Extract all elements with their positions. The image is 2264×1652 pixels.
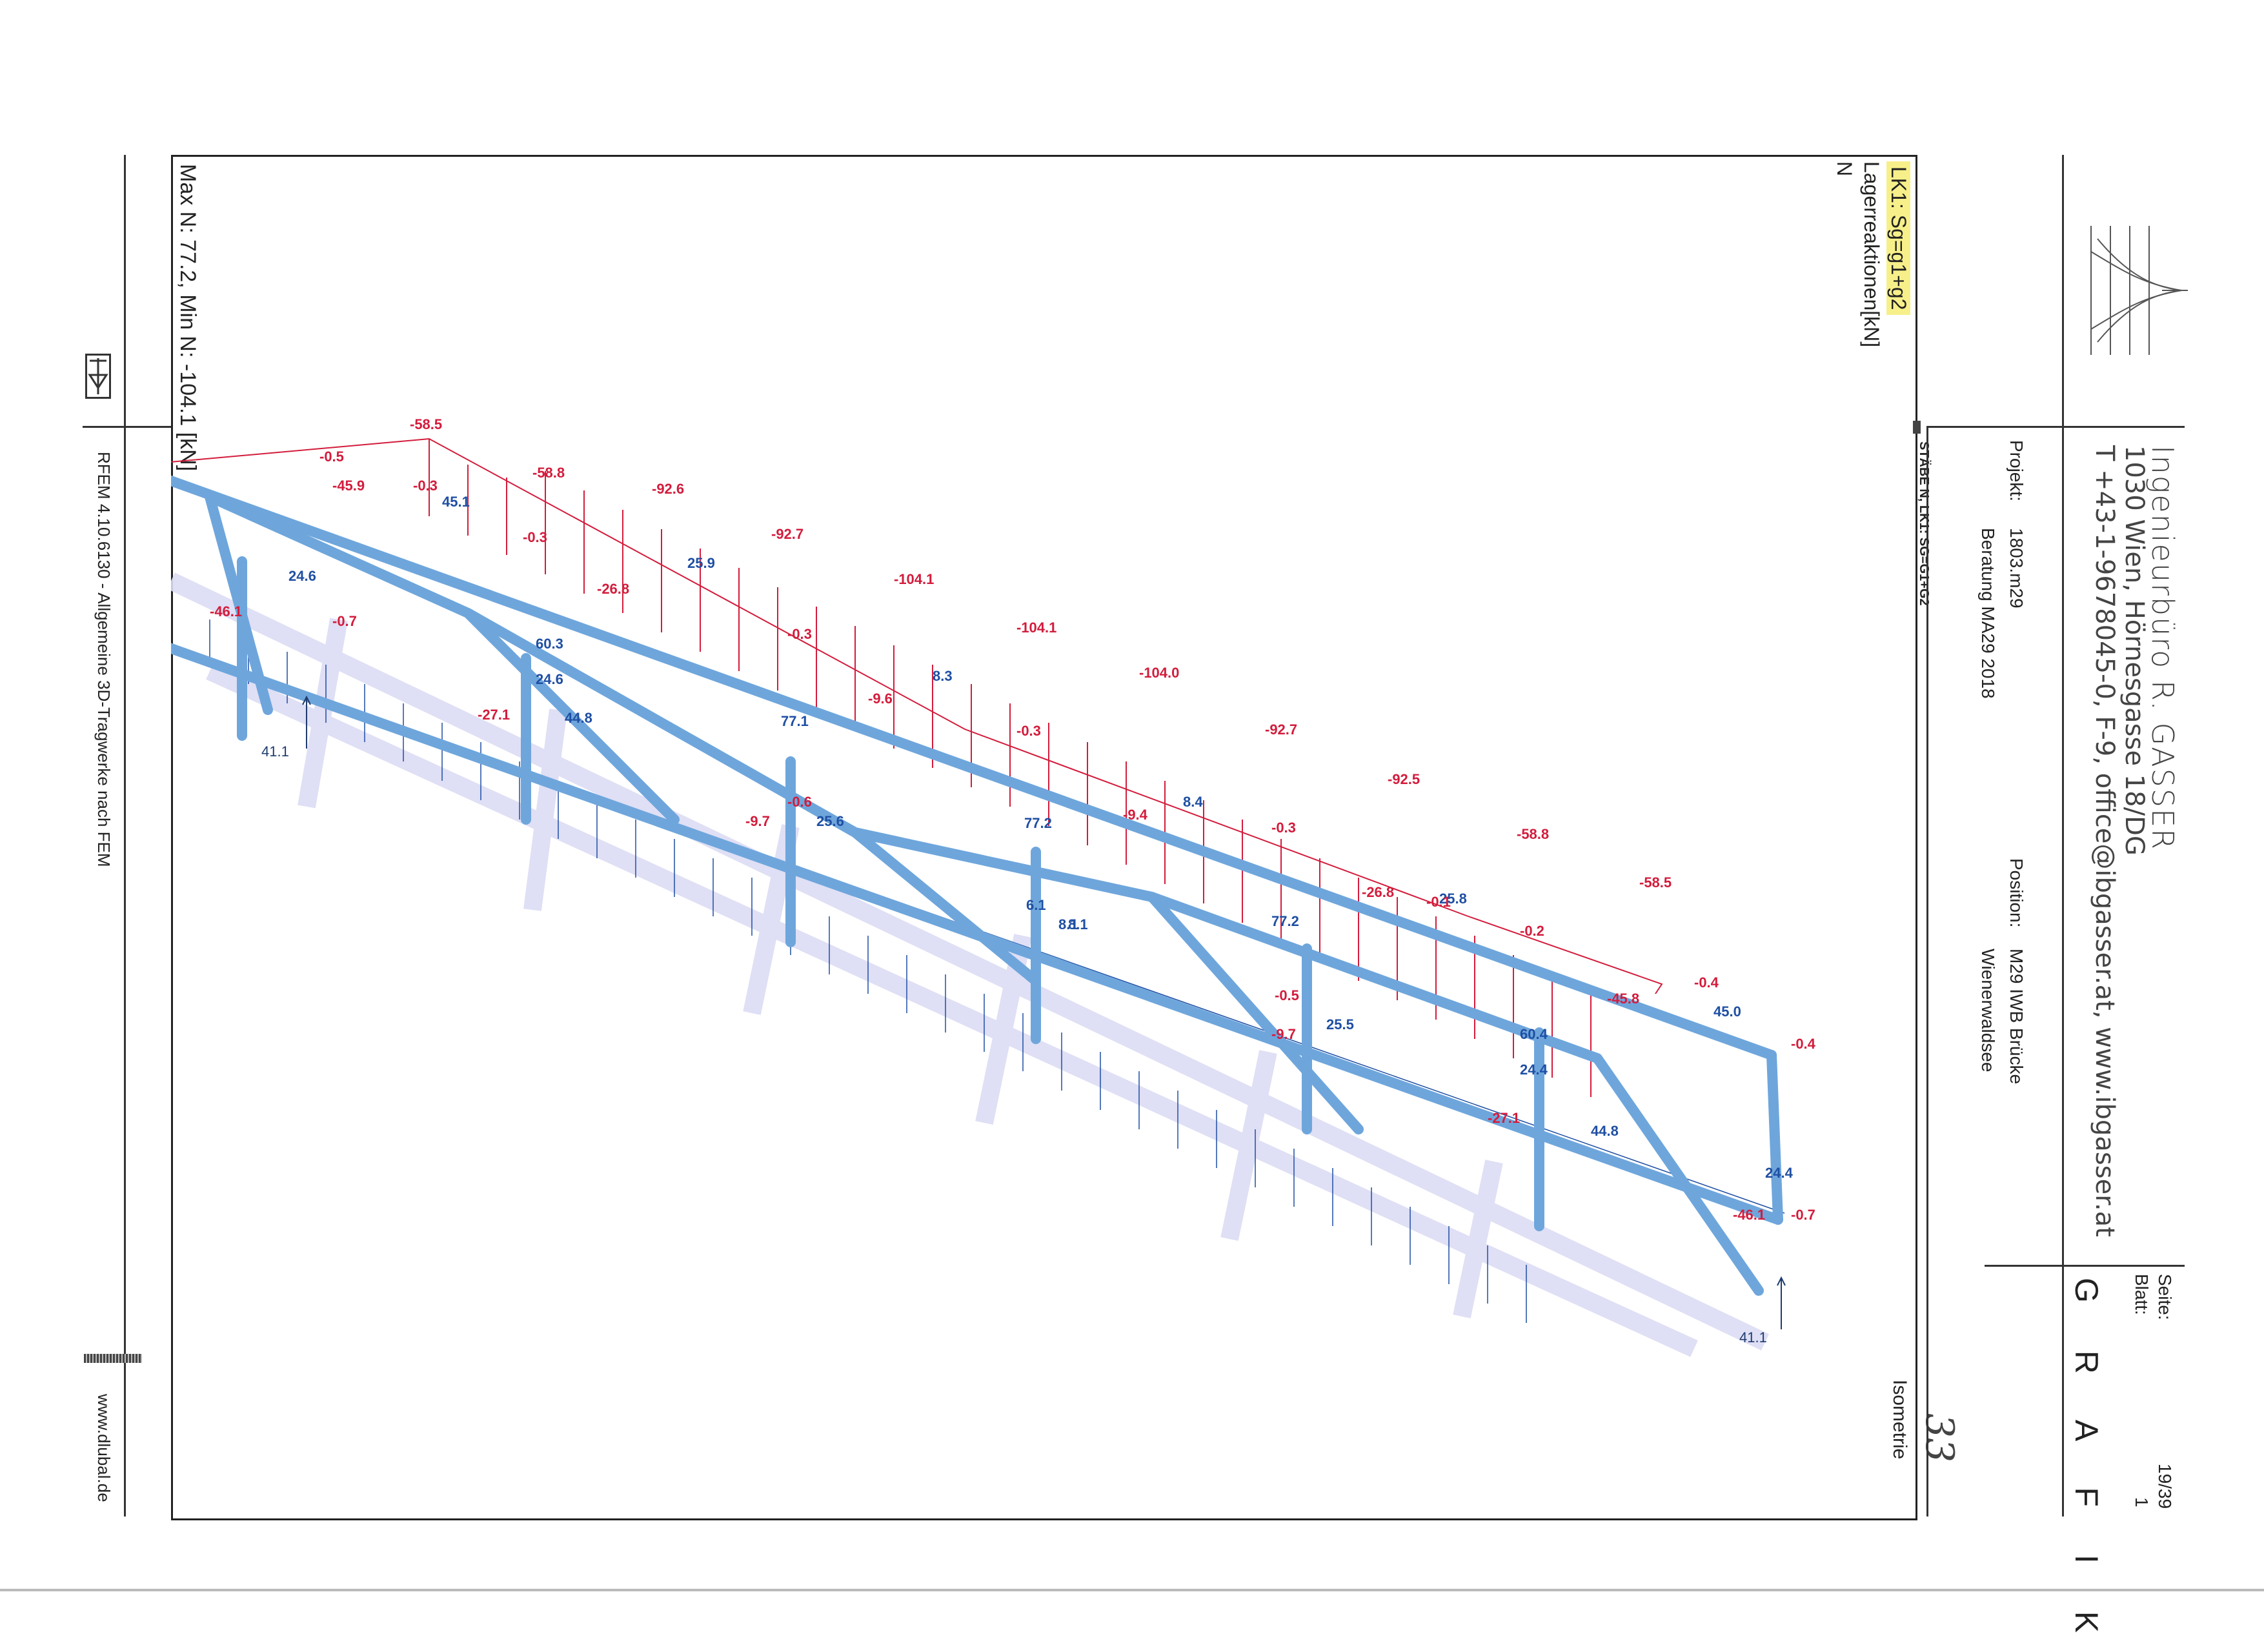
position-subtitle: Wienerwaldsee [1978,949,1998,1073]
vertical-label: -0.7 [1791,1207,1815,1223]
diagonal-label: 45.1 [442,494,470,510]
website-label: www.dlubal.de [94,1394,114,1502]
footer-rule [0,1589,2264,1591]
end-compression-label: -46.1 [210,603,242,620]
post-label: 24.4 [1765,1165,1794,1181]
diagonal-label: -9.4 [1123,807,1148,823]
reaction-label: 41.1 [261,743,289,760]
top-chord-label: -92.7 [1265,721,1297,738]
bottom-diagonal-label: -27.1 [1488,1110,1520,1126]
section-title: G R A F I K [2068,1278,2105,1652]
reaction-label: 41.1 [1739,1329,1767,1345]
company-logo [2078,213,2194,368]
top-chord-label: -58.8 [1517,826,1549,842]
diagonal-label: 8.3 [933,668,953,684]
dlubal-logo [85,354,111,399]
bottom-diagonal-label: -9.7 [745,813,770,829]
top-chord-label: -58.8 [532,465,565,481]
projekt-label: Projekt: [2006,440,2026,501]
projekt-subtitle: Beratung MA29 2018 [1978,528,1998,699]
end-compression-label: -46.1 [1733,1207,1765,1223]
bottom-chord-label: 44.8 [565,710,592,726]
position-label: Position: [2006,858,2026,928]
blatt-value: 1 [2132,1497,2152,1507]
bottom-chord-label: 25.5 [1326,1016,1354,1032]
bottom-chord-label: 25.6 [816,813,844,829]
post-label: 24.4 [1520,1062,1548,1078]
company-contact: T +43-1-9678045-0, F-9, office@ibgasser.… [2090,445,2119,1237]
vertical-label: -0.7 [332,613,357,629]
blatt-label: Blatt: [2132,1274,2152,1315]
diagonal-label: -26.8 [1362,884,1394,900]
vertical-label: -0.3 [413,478,438,494]
titleblock-mid-line [1985,1265,2185,1267]
software-label: RFEM 4.10.6130 - Allgemeine 3D-Tragwerke… [94,452,114,867]
diagonal-label: -26.8 [597,581,629,597]
seite-value: 19/39 [2155,1464,2175,1509]
results-tab-label: STÄBE N, LK1: SG=G1+G2 [1917,441,1931,606]
truss-members [171,475,1783,1296]
vertical-label: -0.1 [1426,894,1451,910]
seite-label: Seite: [2155,1274,2175,1320]
top-chord-label: -104.0 [1139,665,1179,681]
vertical-label: -0.3 [1271,820,1296,836]
left-margin-divider [83,426,173,428]
post-label: 24.6 [288,568,316,584]
barcode-mark [84,1354,142,1363]
tab-marker [1913,421,1921,434]
projekt-value: 1803.m29 [2006,528,2026,609]
titleblock-left-line [1926,426,1928,1516]
bottom-diagonal-label: -27.1 [478,707,510,723]
diagonal-label: -45.8 [1607,991,1639,1007]
post-label: 6.1 [1026,897,1046,913]
titleblock-right-line [2062,155,2064,1516]
diagonal-label: -9.6 [868,690,893,707]
post-label: 60.4 [1520,1026,1548,1042]
vertical-label: -0.6 [787,794,812,810]
vertical-label: -0.5 [319,448,344,465]
bottom-chord-label: 44.8 [1591,1123,1619,1139]
vertical-label: -0.4 [1694,974,1719,991]
top-chord-label: -92.7 [771,526,804,542]
diagonal-label: 45.0 [1713,1003,1741,1020]
bottom-chord-label: 8.1 [1058,916,1078,932]
position-value: M29 IWB Brücke [2006,949,2026,1085]
top-chord-label: -58.5 [1639,874,1672,891]
post-label: 77.2 [1271,913,1299,929]
top-chord-label: -58.5 [410,416,442,432]
vertical-label: -0.4 [1791,1036,1816,1052]
post-label: 24.6 [536,671,563,687]
vertical-label: -0.3 [523,529,547,545]
titleblock-top-line [1926,426,2185,428]
company-address: 1030 Wien, Hörnesgasse 18/DG [2119,445,2149,856]
vertical-label: -0.3 [1016,723,1041,739]
top-chord-label: -92.5 [1388,771,1420,787]
vertical-label: -0.3 [787,626,812,642]
post-label: 77.2 [1024,815,1052,831]
left-margin-line [124,155,126,1516]
vertical-label: -0.5 [1275,987,1299,1003]
diagonal-label: -45.9 [332,478,365,494]
bottom-diagonal-label: -9.7 [1271,1026,1296,1042]
reaction-arrow [1777,1276,1786,1329]
handwritten-page-number: 33 [1917,1413,1962,1463]
post-label: 77.1 [781,713,809,729]
diagonal-label: 25.9 [687,555,715,571]
truss-drawing: -58.5 -58.8 -92.6 -92.7 -104.1 -104.1 -104.0 -9… [171,416,1816,1357]
diagonal-label: 8.4 [1183,794,1203,810]
top-chord-label: -104.1 [1016,620,1056,636]
truss-labels: -58.5 -58.8 -92.6 -92.7 -104.1 -104.1 -104.0 -9… [210,416,1816,1223]
vertical-label: -0.2 [1520,923,1544,939]
post-label: 60.3 [536,636,563,652]
company-name: Ingenieurbüro R. GASSER [2145,445,2180,851]
top-chord-label: -104.1 [894,571,934,587]
top-chord-label: -92.6 [652,481,684,497]
